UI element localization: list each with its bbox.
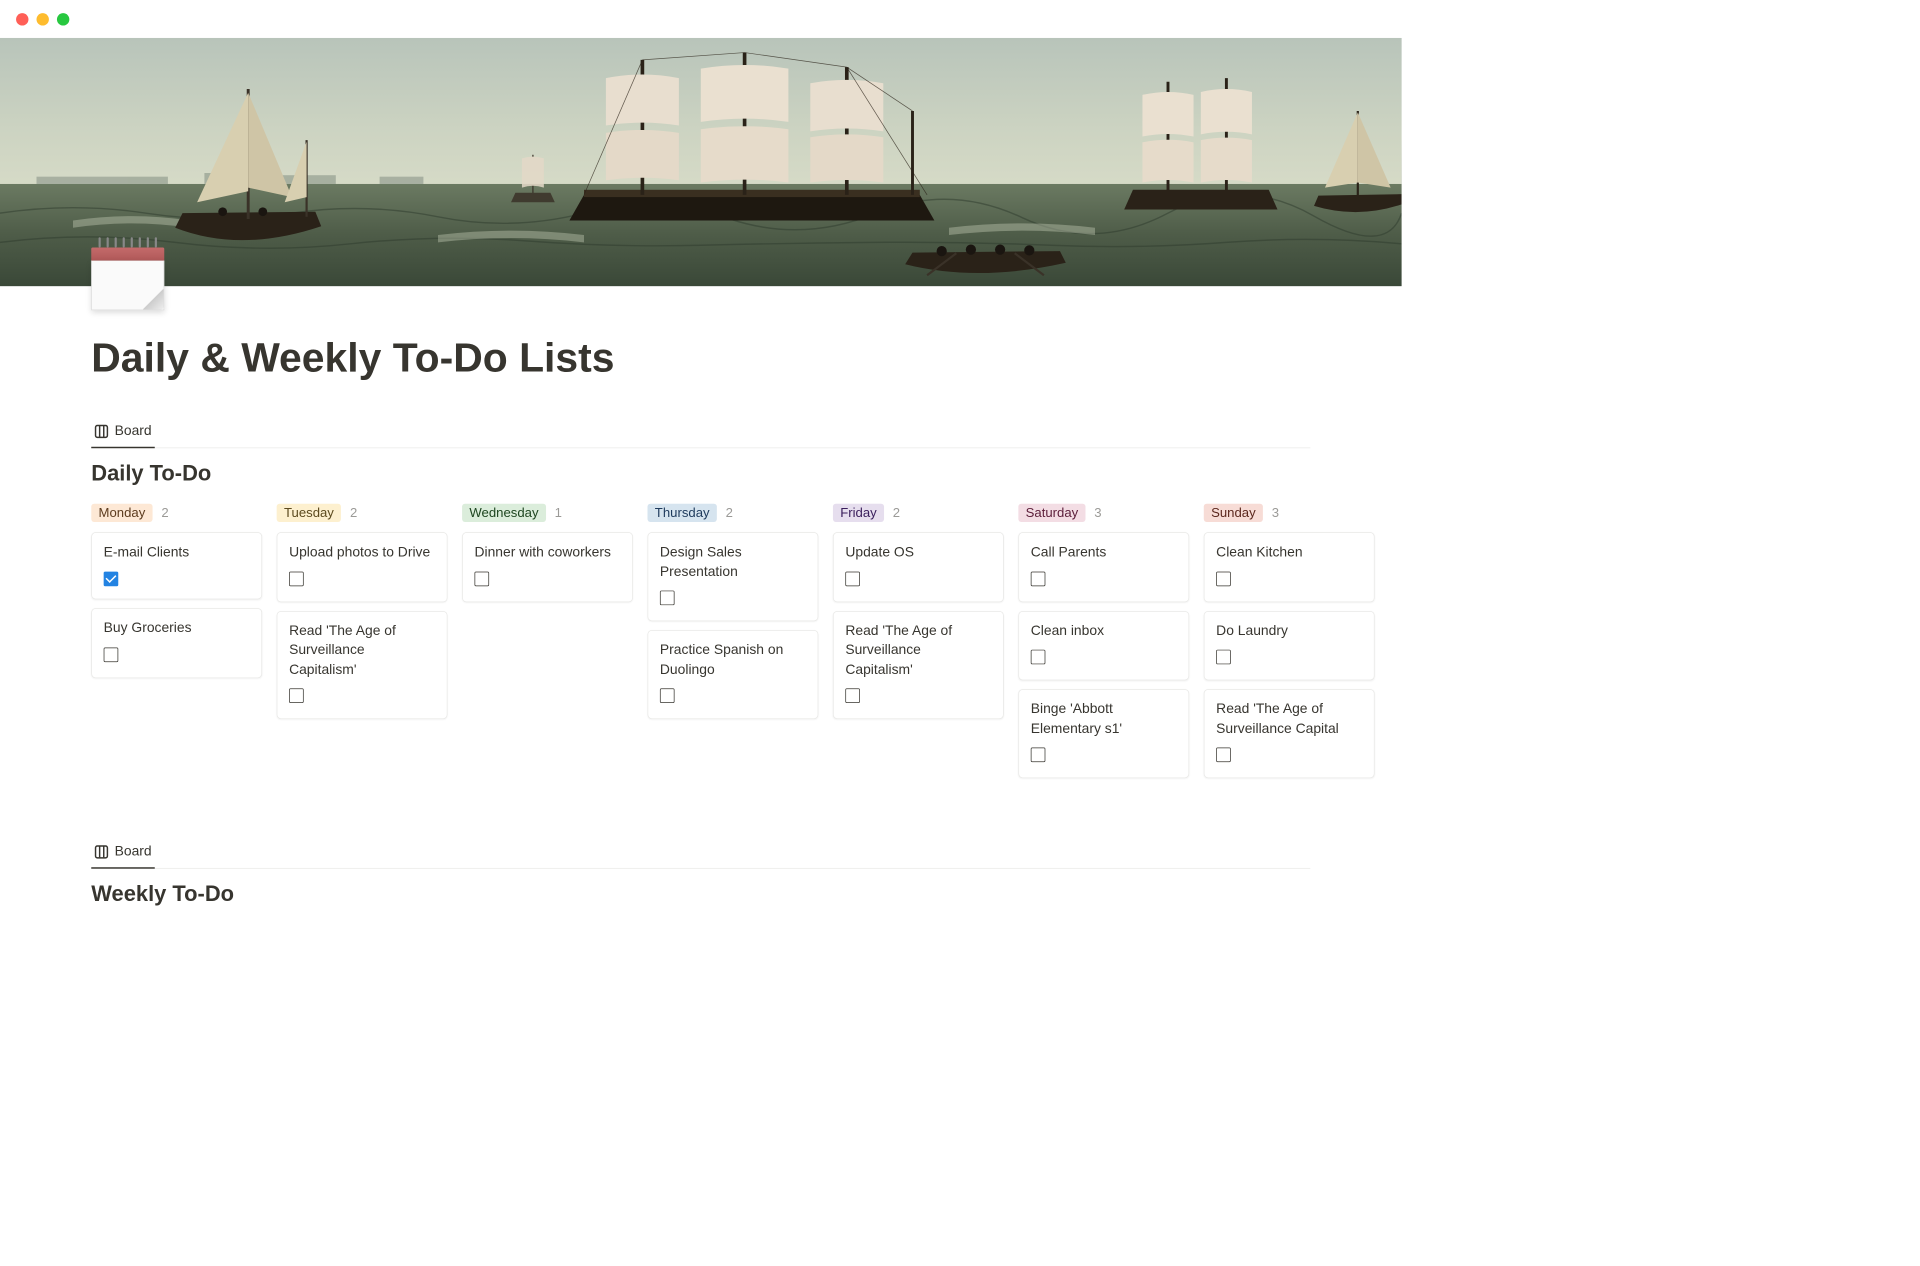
card-title: Buy Groceries bbox=[104, 619, 250, 638]
column-header[interactable]: Friday 2 bbox=[833, 504, 1004, 522]
board-card[interactable]: Clean Kitchen bbox=[1204, 532, 1375, 602]
card-checkbox[interactable] bbox=[104, 647, 119, 662]
board-column: Wednesday 1 Dinner with coworkers bbox=[462, 504, 633, 788]
board-daily: Monday 2 E-mail Clients Buy Groceries Tuesda… bbox=[91, 504, 1310, 817]
column-count: 3 bbox=[1094, 505, 1101, 520]
board-card[interactable]: Binge 'Abbott Elementary s1' bbox=[1018, 689, 1189, 778]
card-title: Update OS bbox=[845, 543, 991, 562]
board-column: Sunday 3 Clean Kitchen Do Laundry Read 'The … bbox=[1204, 504, 1375, 788]
column-header[interactable]: Wednesday 1 bbox=[462, 504, 633, 522]
board-column: Friday 2 Update OS Read 'The Age of Surveil… bbox=[833, 504, 1004, 788]
board-card[interactable]: Do Laundry bbox=[1204, 611, 1375, 681]
card-checkbox[interactable] bbox=[1216, 571, 1231, 586]
window-close-button[interactable] bbox=[16, 13, 28, 25]
column-header[interactable]: Thursday 2 bbox=[648, 504, 819, 522]
database-title-daily[interactable]: Daily To-Do bbox=[91, 461, 1310, 486]
card-checkbox[interactable] bbox=[660, 591, 675, 606]
board-card[interactable]: Dinner with coworkers bbox=[462, 532, 633, 602]
board-card[interactable]: E-mail Clients bbox=[91, 532, 262, 599]
board-card[interactable]: Read 'The Age of Surveillance Capital bbox=[1204, 689, 1375, 778]
window-minimize-button[interactable] bbox=[37, 13, 49, 25]
database-title-weekly[interactable]: Weekly To-Do bbox=[91, 882, 1310, 907]
view-tab-label: Board bbox=[115, 844, 152, 860]
view-tabs-weekly: Board bbox=[91, 838, 1310, 869]
card-checkbox[interactable] bbox=[660, 689, 675, 704]
card-checkbox[interactable] bbox=[845, 689, 860, 704]
view-tab-board-weekly[interactable]: Board bbox=[91, 838, 154, 869]
card-title: Upload photos to Drive bbox=[289, 543, 435, 562]
column-count: 2 bbox=[161, 505, 168, 520]
board-icon bbox=[94, 845, 109, 860]
column-header[interactable]: Monday 2 bbox=[91, 504, 262, 522]
card-title: Call Parents bbox=[1031, 543, 1177, 562]
card-title: Clean Kitchen bbox=[1216, 543, 1362, 562]
board-column: Saturday 3 Call Parents Clean inbox Binge 'A… bbox=[1018, 504, 1189, 788]
view-tabs-daily: Board bbox=[91, 418, 1310, 449]
board-column: Monday 2 E-mail Clients Buy Groceries bbox=[91, 504, 262, 788]
cover-image[interactable] bbox=[0, 38, 1402, 286]
column-header[interactable]: Saturday 3 bbox=[1018, 504, 1189, 522]
board-card[interactable]: Read 'The Age of Surveillance Capitalism… bbox=[277, 611, 448, 720]
board-card[interactable]: Update OS bbox=[833, 532, 1004, 602]
board-icon bbox=[94, 424, 109, 439]
card-title: Dinner with coworkers bbox=[475, 543, 621, 562]
column-header[interactable]: Tuesday 2 bbox=[277, 504, 448, 522]
view-tab-board[interactable]: Board bbox=[91, 418, 154, 449]
card-title: Read 'The Age of Surveillance Capitalism… bbox=[845, 622, 991, 680]
column-tag[interactable]: Thursday bbox=[648, 504, 717, 522]
board-card[interactable]: Call Parents bbox=[1018, 532, 1189, 602]
column-count: 1 bbox=[555, 505, 562, 520]
column-header[interactable]: Sunday 3 bbox=[1204, 504, 1375, 522]
card-checkbox[interactable] bbox=[1216, 748, 1231, 763]
board-card[interactable]: Clean inbox bbox=[1018, 611, 1189, 681]
column-count: 2 bbox=[726, 505, 733, 520]
page-icon-calendar[interactable] bbox=[91, 237, 164, 310]
card-checkbox[interactable] bbox=[845, 571, 860, 586]
column-tag[interactable]: Tuesday bbox=[277, 504, 342, 522]
card-checkbox[interactable] bbox=[1216, 650, 1231, 665]
board-card[interactable]: Design Sales Presentation bbox=[648, 532, 819, 621]
column-count: 2 bbox=[893, 505, 900, 520]
board-card[interactable]: Upload photos to Drive bbox=[277, 532, 448, 602]
page-title[interactable]: Daily & Weekly To-Do Lists bbox=[91, 334, 1310, 381]
board-card[interactable]: Practice Spanish on Duolingo bbox=[648, 630, 819, 719]
window-titlebar bbox=[0, 0, 1402, 38]
board-card[interactable]: Buy Groceries bbox=[91, 608, 262, 678]
column-count: 3 bbox=[1272, 505, 1279, 520]
column-tag[interactable]: Wednesday bbox=[462, 504, 546, 522]
card-checkbox[interactable] bbox=[1031, 571, 1046, 586]
card-title: Binge 'Abbott Elementary s1' bbox=[1031, 700, 1177, 739]
window-maximize-button[interactable] bbox=[57, 13, 69, 25]
card-title: Practice Spanish on Duolingo bbox=[660, 641, 806, 680]
card-title: Clean inbox bbox=[1031, 622, 1177, 641]
card-checkbox[interactable] bbox=[289, 571, 304, 586]
board-column: Thursday 2 Design Sales Presentation Practi… bbox=[648, 504, 819, 788]
card-title: Read 'The Age of Surveillance Capital bbox=[1216, 700, 1362, 739]
card-checkbox[interactable] bbox=[1031, 650, 1046, 665]
column-tag[interactable]: Monday bbox=[91, 504, 152, 522]
card-checkbox[interactable] bbox=[289, 689, 304, 704]
board-card[interactable]: Read 'The Age of Surveillance Capitalism… bbox=[833, 611, 1004, 720]
board-column: Tuesday 2 Upload photos to Drive Read 'The … bbox=[277, 504, 448, 788]
card-title: Design Sales Presentation bbox=[660, 543, 806, 582]
card-checkbox[interactable] bbox=[104, 571, 119, 586]
column-count: 2 bbox=[350, 505, 357, 520]
card-title: Do Laundry bbox=[1216, 622, 1362, 641]
column-tag[interactable]: Sunday bbox=[1204, 504, 1263, 522]
column-tag[interactable]: Saturday bbox=[1018, 504, 1085, 522]
card-checkbox[interactable] bbox=[475, 571, 490, 586]
view-tab-label: Board bbox=[115, 423, 152, 439]
card-checkbox[interactable] bbox=[1031, 748, 1046, 763]
card-title: Read 'The Age of Surveillance Capitalism… bbox=[289, 622, 435, 680]
card-title: E-mail Clients bbox=[104, 543, 250, 562]
column-tag[interactable]: Friday bbox=[833, 504, 884, 522]
